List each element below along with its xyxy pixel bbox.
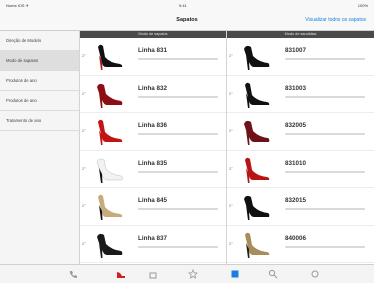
shoe-image <box>98 119 123 145</box>
list-item[interactable]: 2° Linha 831 <box>80 38 226 76</box>
item-subtitle-placeholder <box>285 170 365 173</box>
navigation-bar: Sapatos Visualizar todos os sapatos <box>0 11 374 31</box>
shoe-image <box>97 233 123 258</box>
item-subtitle-placeholder <box>285 245 365 248</box>
shoe-image <box>98 194 123 220</box>
item-subtitle-placeholder <box>138 208 218 210</box>
status-bar: Nome iOS ✈ 9:41 100% <box>0 0 374 11</box>
shoe-image <box>245 157 270 183</box>
sidebar: Direção de Modelo Modo de sapatos Produtos… <box>0 31 80 264</box>
list-item[interactable]: 2° 831007 <box>227 38 374 76</box>
sidebar-item[interactable]: Produtos de ano <box>0 91 79 111</box>
carrier-label: Nome iOS ✈ <box>6 3 29 8</box>
row-marker: 2° <box>82 165 86 171</box>
catalog-icon[interactable] <box>230 269 240 279</box>
item-title: Linha 835 <box>138 159 168 167</box>
sidebar-item[interactable]: Tratamento de ano <box>0 111 79 131</box>
list-item[interactable]: 2° 831010 <box>227 151 374 188</box>
shoe-image <box>244 45 270 70</box>
column-header: Modo de sandálias <box>227 31 374 38</box>
item-title: Linha 836 <box>138 122 168 129</box>
item-title: Linha 845 <box>138 197 168 204</box>
sidebar-item[interactable]: Modo de sapatos <box>0 51 79 71</box>
item-subtitle-placeholder <box>138 170 218 173</box>
settings-icon[interactable] <box>310 269 320 279</box>
item-subtitle-placeholder <box>138 245 218 248</box>
view-all-button[interactable]: Visualizar todos os sapatos <box>305 17 366 23</box>
sidebar-item[interactable]: Direção de Modelo <box>0 31 79 51</box>
item-title: Linha 837 <box>138 234 168 242</box>
shoe-image <box>97 83 123 108</box>
row-marker: 2° <box>82 240 86 246</box>
shoes-column: Modo de sapatos 2° Linha 831 2° Linha 832 2° L… <box>80 31 227 264</box>
shoe-image <box>96 158 123 183</box>
item-subtitle-placeholder <box>285 133 365 135</box>
tab-bar <box>0 264 374 283</box>
shoe-image <box>244 120 270 145</box>
row-marker: 2° <box>229 53 233 58</box>
item-title: 832005 <box>285 122 307 129</box>
row-marker: 2° <box>82 53 86 58</box>
item-title: 840006 <box>285 234 307 242</box>
column-header: Modo de sapatos <box>80 31 226 38</box>
row-marker: 2° <box>229 128 233 133</box>
app-screen: Nome iOS ✈ 9:41 100% Sapatos Visualizar … <box>0 0 374 283</box>
item-subtitle-placeholder <box>285 95 365 98</box>
row-marker: 2° <box>229 90 233 96</box>
list-item[interactable]: 2° Linha 836 <box>80 113 226 151</box>
row-marker: 2° <box>229 240 233 246</box>
shoe-image <box>245 232 270 258</box>
sidebar-item[interactable]: Produtos de ano <box>0 71 79 91</box>
item-title: 831003 <box>285 84 307 92</box>
item-subtitle-placeholder <box>138 133 218 135</box>
shoe-image <box>244 195 270 220</box>
item-title: 831007 <box>285 47 307 54</box>
search-icon[interactable] <box>268 269 278 279</box>
time-label: 9:41 <box>179 3 187 8</box>
list-item[interactable]: 2° Linha 837 <box>80 226 226 263</box>
bag-icon[interactable] <box>148 269 158 279</box>
item-title: 831010 <box>285 159 307 167</box>
row-marker: 2° <box>82 203 86 208</box>
list-item[interactable]: 2° 832015 <box>227 188 374 226</box>
star-icon[interactable] <box>188 269 198 279</box>
list-item[interactable]: 2° Linha 835 <box>80 151 226 188</box>
row-marker: 2° <box>82 90 86 96</box>
item-title: Linha 832 <box>138 84 168 92</box>
shoe-image <box>98 44 123 70</box>
list-item[interactable]: 2° 831003 <box>227 76 374 113</box>
sandals-column: Modo de sandálias 2° 831007 2° 831003 2° 83200… <box>227 31 374 264</box>
shoe-image <box>245 82 270 108</box>
list-item[interactable]: 2° Linha 845 <box>80 188 226 226</box>
item-subtitle-placeholder <box>138 95 218 98</box>
list-item[interactable]: 2° 832005 <box>227 113 374 151</box>
list-item[interactable]: 2° Linha 832 <box>80 76 226 113</box>
phone-icon[interactable] <box>68 269 78 279</box>
item-subtitle-placeholder <box>138 58 218 60</box>
row-marker: 2° <box>82 128 86 133</box>
row-marker: 2° <box>229 203 233 208</box>
item-title: 832015 <box>285 197 307 204</box>
shoe-icon[interactable] <box>116 269 126 279</box>
item-subtitle-placeholder <box>285 208 365 210</box>
item-subtitle-placeholder <box>285 58 365 60</box>
battery-label: 100% <box>357 3 368 8</box>
item-title: Linha 831 <box>138 47 168 54</box>
row-marker: 2° <box>229 165 233 171</box>
list-item[interactable]: 2° 840006 <box>227 226 374 263</box>
